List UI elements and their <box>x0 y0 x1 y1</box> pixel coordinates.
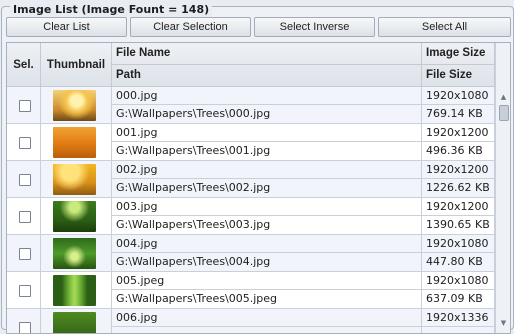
sel-cell <box>7 235 41 272</box>
row-checkbox[interactable] <box>19 137 31 149</box>
image-size: 1920x1336 <box>422 309 494 327</box>
table-row[interactable]: 004.jpg G:\Wallpapers\Trees\004.jpg 1920x1… <box>7 235 495 272</box>
image-size: 1920x1080 <box>422 272 494 290</box>
thumbnail-image <box>53 164 96 195</box>
size-cell: 1920x1080 447.80 KB <box>422 235 495 272</box>
sel-column-header[interactable]: Sel. <box>7 43 41 87</box>
file-name: 003.jpg <box>112 198 421 216</box>
sel-cell <box>7 198 41 235</box>
sel-cell <box>7 124 41 161</box>
file-name: 001.jpg <box>112 124 421 142</box>
sel-cell <box>7 161 41 198</box>
table-row[interactable]: 006.jpg 1920x1336 <box>7 309 495 333</box>
row-checkbox[interactable] <box>19 285 31 297</box>
file-size-column-header[interactable]: File Size <box>422 65 495 87</box>
image-list-group: Image List (Image Fount = 148) Clear Lis… <box>1 3 514 334</box>
scroll-down-arrow-icon[interactable]: ▼ <box>499 319 508 327</box>
size-cell: 1920x1080 769.14 KB <box>422 87 495 124</box>
thumbnail-image <box>53 90 96 121</box>
path-column-header[interactable]: Path <box>112 65 422 87</box>
file-size: 769.14 KB <box>426 107 483 120</box>
size-cell: 1920x1080 637.09 KB <box>422 272 495 309</box>
select-all-button[interactable]: Select All <box>378 17 511 37</box>
row-checkbox[interactable] <box>19 248 31 260</box>
file-name-column-header[interactable]: File Name <box>112 43 422 65</box>
thumbnail-image <box>53 238 96 269</box>
thumbnail-image <box>53 127 96 158</box>
size-cell: 1920x1200 1390.65 KB <box>422 198 495 235</box>
image-size: 1920x1200 <box>422 124 494 142</box>
row-checkbox[interactable] <box>19 322 31 333</box>
file-name: 002.jpg <box>112 161 421 179</box>
file-size: 447.80 KB <box>426 255 483 268</box>
file-path: G:\Wallpapers\Trees\002.jpg <box>116 181 271 194</box>
image-size: 1920x1080 <box>422 235 494 253</box>
clear-list-button[interactable]: Clear List <box>6 17 127 37</box>
file-path: G:\Wallpapers\Trees\003.jpg <box>116 218 271 231</box>
file-path: G:\Wallpapers\Trees\001.jpg <box>116 144 271 157</box>
image-size: 1920x1200 <box>422 198 494 216</box>
file-size: 637.09 KB <box>426 292 483 305</box>
grid-header: Sel. Thumbnail File Name Path Image Size… <box>7 43 495 87</box>
sel-cell <box>7 309 41 333</box>
scroll-up-arrow-icon[interactable]: ▲ <box>499 93 508 101</box>
name-path-cell: 000.jpg G:\Wallpapers\Trees\000.jpg <box>112 87 422 124</box>
thumbnail-cell <box>41 87 112 124</box>
thumbnail-cell <box>41 198 112 235</box>
table-row[interactable]: 002.jpg G:\Wallpapers\Trees\002.jpg 1920x1… <box>7 161 495 198</box>
scrollbar-thumb[interactable] <box>499 105 509 121</box>
thumbnail-image <box>53 275 96 306</box>
image-size-column-header[interactable]: Image Size <box>422 43 495 65</box>
thumbnail-cell <box>41 235 112 272</box>
name-path-cell: 006.jpg <box>112 309 422 333</box>
table-row[interactable]: 003.jpg G:\Wallpapers\Trees\003.jpg 1920x1… <box>7 198 495 235</box>
sel-cell <box>7 272 41 309</box>
name-path-cell: 005.jpeg G:\Wallpapers\Trees\005.jpeg <box>112 272 422 309</box>
row-checkbox[interactable] <box>19 211 31 223</box>
file-size: 1390.65 KB <box>426 218 490 231</box>
button-bar: Clear List Clear Selection Select Invers… <box>6 17 511 38</box>
select-inverse-button[interactable]: Select Inverse <box>254 17 375 37</box>
table-row[interactable]: 005.jpeg G:\Wallpapers\Trees\005.jpeg 1920… <box>7 272 495 309</box>
vertical-scrollbar[interactable]: ▲ ▼ <box>495 43 510 333</box>
file-name: 005.jpeg <box>112 272 421 290</box>
file-path: G:\Wallpapers\Trees\004.jpg <box>116 255 271 268</box>
name-path-cell: 004.jpg G:\Wallpapers\Trees\004.jpg <box>112 235 422 272</box>
thumbnail-cell <box>41 272 112 309</box>
size-cell: 1920x1200 1226.62 KB <box>422 161 495 198</box>
table-row[interactable]: 001.jpg G:\Wallpapers\Trees\001.jpg 1920x1… <box>7 124 495 161</box>
sel-cell <box>7 87 41 124</box>
file-size: 1226.62 KB <box>426 181 490 194</box>
size-cell: 1920x1336 <box>422 309 495 333</box>
image-size: 1920x1080 <box>422 87 494 105</box>
file-path: G:\Wallpapers\Trees\005.jpeg <box>116 292 278 305</box>
file-name: 000.jpg <box>112 87 421 105</box>
size-cell: 1920x1200 496.36 KB <box>422 124 495 161</box>
file-size: 496.36 KB <box>426 144 483 157</box>
clear-selection-button[interactable]: Clear Selection <box>130 17 251 37</box>
file-name: 006.jpg <box>112 309 421 327</box>
thumbnail-cell <box>41 124 112 161</box>
thumbnail-image <box>53 201 96 232</box>
name-path-cell: 003.jpg G:\Wallpapers\Trees\003.jpg <box>112 198 422 235</box>
file-path: G:\Wallpapers\Trees\000.jpg <box>116 107 271 120</box>
name-path-cell: 002.jpg G:\Wallpapers\Trees\002.jpg <box>112 161 422 198</box>
thumbnail-column-header[interactable]: Thumbnail <box>41 43 112 87</box>
group-title: Image List (Image Fount = 148) <box>10 3 213 17</box>
image-grid[interactable]: Sel. Thumbnail File Name Path Image Size… <box>6 42 511 334</box>
thumbnail-cell <box>41 161 112 198</box>
row-checkbox[interactable] <box>19 174 31 186</box>
name-path-cell: 001.jpg G:\Wallpapers\Trees\001.jpg <box>112 124 422 161</box>
thumbnail-cell <box>41 309 112 333</box>
table-row[interactable]: 000.jpg G:\Wallpapers\Trees\000.jpg 1920x1… <box>7 87 495 124</box>
file-name: 004.jpg <box>112 235 421 253</box>
row-checkbox[interactable] <box>19 100 31 112</box>
image-size: 1920x1200 <box>422 161 494 179</box>
